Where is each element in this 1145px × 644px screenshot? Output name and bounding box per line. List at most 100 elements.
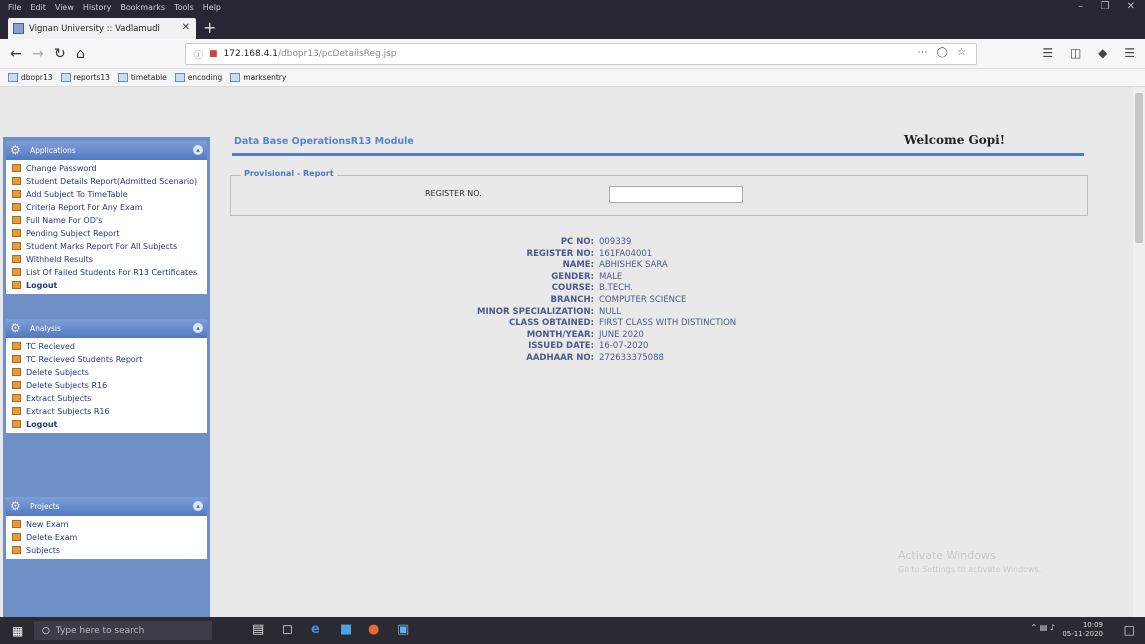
sidebar-item-extract-subjects-r16[interactable]: Extract Subjects R16	[6, 405, 207, 418]
detail-row: GENDER: MALE	[218, 272, 1078, 284]
sidebar-item-delete-exam[interactable]: Delete Exam	[6, 531, 207, 544]
sidebar-item-delete-subjects[interactable]: Delete Subjects	[6, 366, 207, 379]
store-icon[interactable]: ■	[340, 622, 352, 637]
detail-value: 009339	[599, 237, 632, 247]
page-scrollbar[interactable]	[1133, 87, 1145, 617]
sidebar-toggle-icon[interactable]: ◫	[1070, 46, 1081, 60]
panel-header[interactable]: ⚙ Analysis ▴	[6, 319, 207, 338]
panel-header[interactable]: ⚙ Applications ▴	[6, 141, 207, 160]
detail-value: B.TECH.	[599, 283, 633, 294]
close-tab-icon[interactable]: ✕	[182, 22, 190, 33]
pocket-icon[interactable]: ◯	[937, 47, 948, 58]
nav-bar: ← → ↻ ⌂ ⓘ ■ 172.168.4.1 /dbopr13/pcDetai…	[0, 39, 1145, 69]
sidebar-item-add-subject-to-timetable[interactable]: Add Subject To TimeTable	[6, 188, 207, 201]
file-explorer-icon[interactable]: ◻	[282, 622, 293, 637]
panel-header[interactable]: ⚙ Projects ▴	[6, 497, 207, 516]
register-no-input[interactable]	[609, 186, 743, 203]
new-tab-icon[interactable]: +	[203, 18, 216, 37]
permissions-icon[interactable]: ■	[209, 49, 218, 59]
bookmark-star-icon[interactable]: ☆	[957, 47, 966, 58]
detail-label: NAME:	[562, 260, 594, 271]
sidebar-item-student-details-report-admitted-scenario[interactable]: Student Details Report(Admitted Scenario…	[6, 175, 207, 188]
menu-item-file[interactable]: File	[8, 3, 21, 12]
activate-windows-watermark: Activate Windows Go to Settings to activ…	[898, 549, 1041, 577]
sidebar-item-logout[interactable]: Logout	[6, 418, 207, 431]
bookmark-timetable[interactable]: timetable	[117, 73, 167, 82]
collapse-icon[interactable]: ▴	[193, 323, 203, 333]
clock[interactable]: 10:09 05-11-2020	[1062, 621, 1103, 639]
menu-item-edit[interactable]: Edit	[30, 3, 46, 12]
sidebar-item-full-name-for-od-s[interactable]: Full Name For OD's	[6, 214, 207, 227]
detail-row: AADHAAR NO: 272633375088	[218, 353, 1078, 365]
sidebar-item-new-exam[interactable]: New Exam	[6, 518, 207, 531]
notification-icon[interactable]: □	[1124, 623, 1135, 637]
scrollbar-thumb[interactable]	[1135, 93, 1143, 243]
sidebar-item-logout[interactable]: Logout	[6, 279, 207, 292]
minimize-icon[interactable]: –	[1078, 1, 1083, 12]
clock-date: 05-11-2020	[1062, 630, 1103, 638]
collapse-icon[interactable]: ▴	[193, 501, 203, 511]
firefox-icon[interactable]: ●	[368, 622, 379, 637]
sidebar-item-change-password[interactable]: Change Password	[6, 162, 207, 175]
register-no-label: REGISTER NO.	[425, 189, 482, 198]
taskbar: ▦ ○ Type here to search ▤ ◻ e ■ ● ▣ ⌃ ▤ …	[0, 617, 1145, 644]
sidebar-item-tc-recieved-students-report[interactable]: TC Recieved Students Report	[6, 353, 207, 366]
sidebar-item-label: Delete Exam	[26, 533, 78, 542]
menu-item-history[interactable]: History	[83, 3, 111, 12]
sidebar-item-extract-subjects[interactable]: Extract Subjects	[6, 392, 207, 405]
detail-row: REGISTER NO: 161FA04001	[218, 249, 1078, 261]
page-icon	[12, 420, 21, 428]
restore-icon[interactable]: ❐	[1100, 1, 1109, 12]
page-icon	[12, 216, 21, 224]
menu-item-view[interactable]: View	[55, 3, 74, 12]
bookmark-reports13[interactable]: reports13	[60, 73, 110, 82]
bookmark-dbopr13[interactable]: dbopr13	[8, 73, 53, 82]
page-icon	[12, 203, 21, 211]
menu-icon[interactable]: ☰	[1124, 46, 1135, 60]
sidebar-item-pending-subject-report[interactable]: Pending Subject Report	[6, 227, 207, 240]
library-icon[interactable]: ☰	[1042, 46, 1053, 60]
sidebar-item-student-marks-report-for-all-subjects[interactable]: Student Marks Report For All Subjects	[6, 240, 207, 253]
page-icon	[12, 546, 21, 554]
sidebar-item-list-of-failed-students-for-r13-certificates[interactable]: List Of Failed Students For R13 Certific…	[6, 266, 207, 279]
back-icon[interactable]: ←	[10, 46, 22, 62]
sidebar-item-subjects[interactable]: Subjects	[6, 544, 207, 557]
extension-icon[interactable]: ◆	[1098, 46, 1107, 60]
task-view-icon[interactable]: ▤	[252, 622, 264, 637]
detail-value: ABHISHEK SARA	[599, 260, 668, 271]
bookmarks-bar: dbopr13 reports13 timetable encoding marksen…	[0, 69, 1145, 87]
page-icon	[12, 229, 21, 237]
collapse-icon[interactable]: ▴	[193, 145, 203, 155]
sidebar-item-tc-recieved[interactable]: TC Recieved	[6, 340, 207, 353]
forward-icon[interactable]: →	[32, 46, 44, 62]
clock-time: 10:09	[1082, 621, 1103, 629]
tab-vignan[interactable]: Vignan University :: Vadlamudi ✕	[8, 18, 196, 39]
sidebar-item-withheld-results[interactable]: Withheld Results	[6, 253, 207, 266]
reload-icon[interactable]: ↻	[54, 46, 66, 62]
sidebar-item-label: Extract Subjects	[26, 394, 92, 403]
menu-item-bookmarks[interactable]: Bookmarks	[120, 3, 165, 12]
title-divider	[232, 153, 1084, 156]
bookmark-encoding[interactable]: encoding	[174, 73, 222, 82]
menu-item-tools[interactable]: Tools	[174, 3, 194, 12]
detail-row: BRANCH: COMPUTER SCIENCE	[218, 295, 1078, 307]
bookmark-marksentry[interactable]: marksentry	[230, 73, 286, 82]
taskbar-search[interactable]: ○ Type here to search	[34, 621, 212, 640]
windows-start-icon[interactable]: ▦	[12, 624, 23, 638]
sidebar-item-criteria-report-for-any-exam[interactable]: Criteria Report For Any Exam	[6, 201, 207, 214]
url-bar[interactable]: ⓘ ■ 172.168.4.1 /dbopr13/pcDetailsReg.js…	[185, 43, 977, 65]
menu-item-help[interactable]: Help	[203, 3, 221, 12]
close-window-icon[interactable]: ✕	[1127, 1, 1135, 12]
network-icon[interactable]: ▤	[1040, 623, 1048, 632]
edge-browser-icon[interactable]: e	[311, 622, 320, 637]
volume-icon[interactable]: ♪	[1050, 623, 1055, 632]
detail-label: GENDER:	[551, 271, 594, 282]
detail-value: 161FA04001	[599, 248, 653, 259]
app-icon[interactable]: ▣	[397, 622, 409, 637]
tray-chevron-icon[interactable]: ⌃	[1031, 623, 1038, 632]
page-actions-icon[interactable]: ⋯	[917, 47, 927, 58]
panel-title: Applications	[30, 146, 76, 155]
sidebar-item-delete-subjects-r16[interactable]: Delete Subjects R16	[6, 379, 207, 392]
info-icon[interactable]: ⓘ	[194, 48, 203, 61]
home-icon[interactable]: ⌂	[76, 46, 85, 62]
